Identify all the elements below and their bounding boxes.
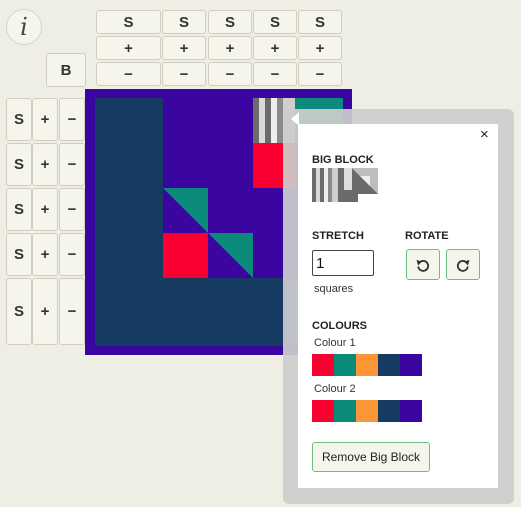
add-column-button[interactable]: +	[208, 36, 252, 60]
preview-stripe	[328, 168, 332, 202]
stretch-units-label: squares	[314, 283, 354, 295]
preview-stripe	[324, 168, 328, 202]
remove-column-button[interactable]: −	[208, 62, 252, 86]
remove-column-button[interactable]: −	[162, 62, 206, 86]
add-column-button[interactable]: +	[162, 36, 206, 60]
colour-swatch[interactable]	[400, 400, 422, 422]
add-row-button[interactable]: +	[32, 278, 58, 345]
add-column-button[interactable]: +	[253, 36, 297, 60]
remove-row-button[interactable]: −	[59, 278, 85, 345]
stretch-input[interactable]	[312, 250, 374, 276]
stripe-block[interactable]	[271, 98, 277, 143]
rotate-right-button[interactable]	[446, 249, 480, 280]
preview-stripe	[338, 168, 344, 202]
colour1-label: Colour 1	[314, 337, 356, 349]
close-icon[interactable]: ×	[480, 126, 489, 143]
colour-swatch[interactable]	[334, 400, 356, 422]
colour-swatch[interactable]	[312, 400, 334, 422]
add-row-button[interactable]: +	[32, 143, 58, 186]
info-icon: i	[20, 13, 28, 41]
stripe-block[interactable]	[259, 98, 265, 143]
stretch-column-button[interactable]: S	[208, 10, 252, 34]
stretch-column-button[interactable]: S	[298, 10, 342, 34]
preview-stripe	[316, 168, 320, 202]
rotate-left-icon	[416, 259, 430, 272]
stretch-row-button[interactable]: S	[6, 188, 32, 231]
colour1-swatches	[312, 354, 422, 376]
rotate-heading: ROTATE	[405, 230, 449, 242]
stretch-row-button[interactable]: S	[6, 233, 32, 276]
colour-swatch[interactable]	[334, 354, 356, 376]
remove-column-button[interactable]: −	[298, 62, 342, 86]
stretch-row-button[interactable]: S	[6, 143, 32, 186]
preview-stripe	[320, 168, 324, 202]
colours-heading: COLOURS	[312, 320, 367, 332]
big-block-panel: × BIG BLOCK STRETCH squares ROTATE COLOU…	[298, 124, 498, 488]
red-square-block[interactable]	[163, 233, 208, 278]
colour-swatch[interactable]	[356, 354, 378, 376]
remove-row-button[interactable]: −	[59, 233, 85, 276]
remove-row-button[interactable]: −	[59, 188, 85, 231]
stripe-block[interactable]	[265, 98, 271, 143]
add-column-button[interactable]: +	[96, 36, 161, 60]
colour-swatch[interactable]	[400, 354, 422, 376]
big-block-heading: BIG BLOCK	[312, 154, 374, 166]
preview-stripe	[312, 168, 316, 202]
stripe-block[interactable]	[253, 98, 259, 143]
remove-big-block-button[interactable]: Remove Big Block	[312, 442, 430, 472]
stretch-column-button[interactable]: S	[162, 10, 206, 34]
colour-swatch[interactable]	[312, 354, 334, 376]
stretch-row-button[interactable]: S	[6, 98, 32, 141]
colour-swatch[interactable]	[378, 354, 400, 376]
big-block-preview[interactable]	[312, 168, 378, 202]
add-row-button[interactable]: +	[32, 233, 58, 276]
colour-swatch[interactable]	[378, 400, 400, 422]
colour-swatch[interactable]	[356, 400, 378, 422]
stretch-column-button[interactable]: S	[253, 10, 297, 34]
rotate-right-icon	[456, 259, 470, 272]
remove-column-button[interactable]: −	[96, 62, 161, 86]
big-block-button[interactable]: B	[46, 53, 86, 87]
remove-row-button[interactable]: −	[59, 98, 85, 141]
stretch-heading: STRETCH	[312, 230, 364, 242]
add-row-button[interactable]: +	[32, 98, 58, 141]
stretch-column-button[interactable]: S	[96, 10, 161, 34]
remove-column-button[interactable]: −	[253, 62, 297, 86]
colour2-label: Colour 2	[314, 383, 356, 395]
rotate-left-button[interactable]	[406, 249, 440, 280]
preview-stripe	[332, 168, 338, 202]
remove-row-button[interactable]: −	[59, 143, 85, 186]
colour2-swatches	[312, 400, 422, 422]
add-column-button[interactable]: +	[298, 36, 342, 60]
info-button[interactable]: i	[6, 9, 42, 45]
stretch-row-button[interactable]: S	[6, 278, 32, 345]
add-row-button[interactable]: +	[32, 188, 58, 231]
